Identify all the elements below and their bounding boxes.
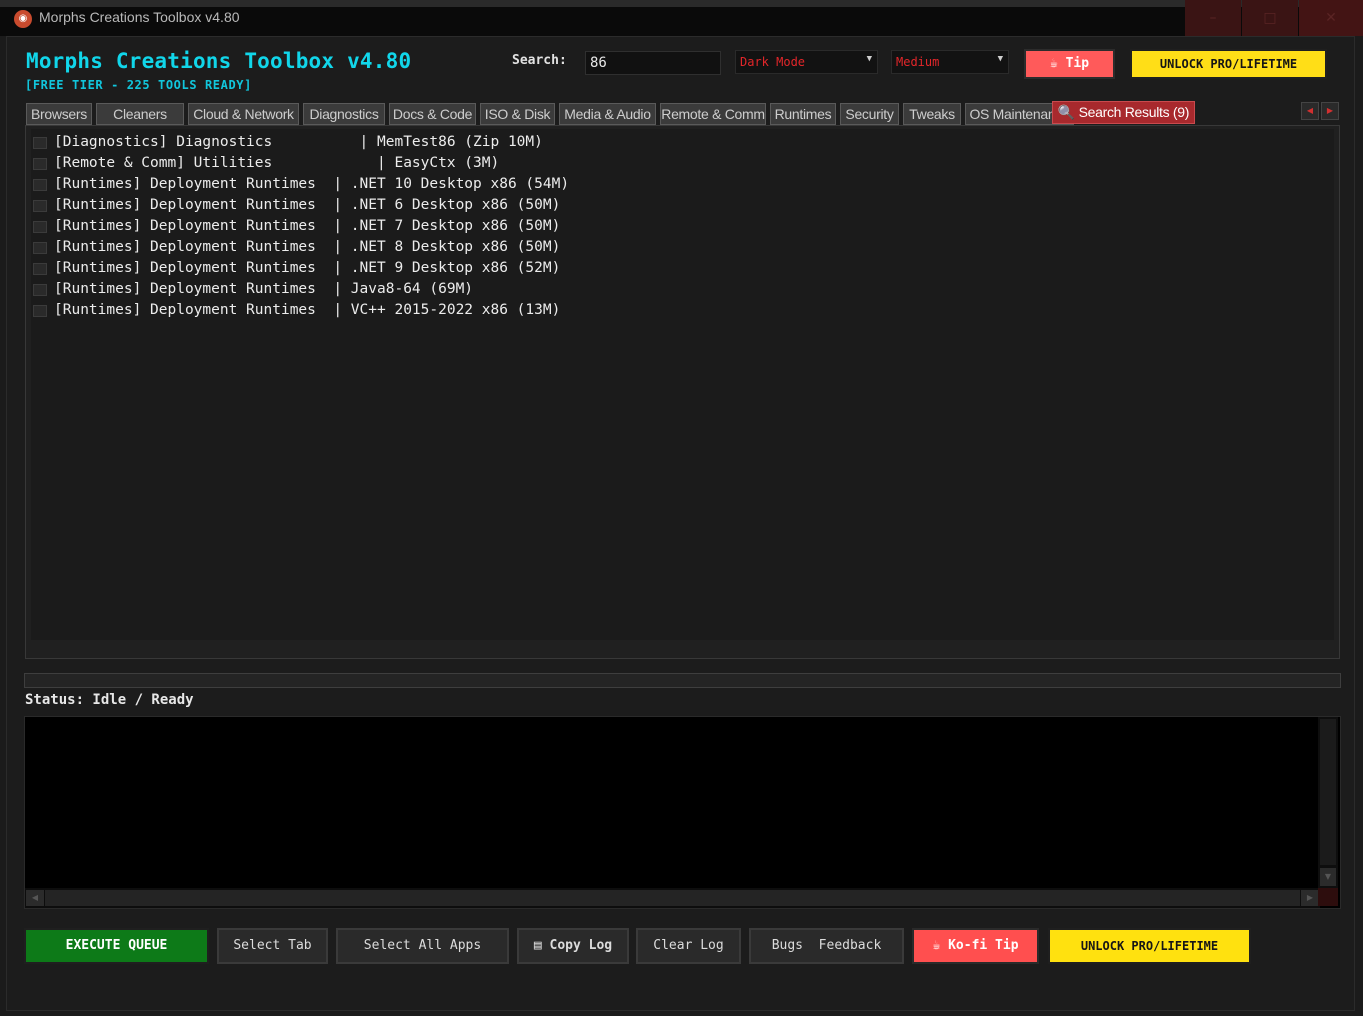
checkbox[interactable]: [33, 263, 47, 275]
chevron-down-icon: ▼: [866, 54, 872, 64]
kofi-tip-button[interactable]: ☕ Ko-fi Tip: [912, 928, 1039, 964]
checkbox[interactable]: [33, 179, 47, 191]
tab-cloud-network[interactable]: Cloud & Network: [188, 103, 299, 125]
select-all-apps-button[interactable]: Select All Apps: [336, 928, 509, 964]
scrollbar-corner: [1318, 888, 1338, 906]
maximize-icon: □: [1263, 10, 1277, 26]
tip-button[interactable]: ☕ Tip: [1024, 49, 1115, 79]
list-item[interactable]: [Runtimes] Deployment Runtimes | .NET 7 …: [31, 216, 1031, 237]
page-title: Morphs Creations Toolbox v4.80: [26, 49, 412, 73]
bugs-feedback-label: Bugs Feedback: [771, 938, 882, 953]
list-item[interactable]: [Diagnostics] Diagnostics | MemTest86 (Z…: [31, 132, 1031, 153]
size-dropdown[interactable]: Medium ▼: [891, 50, 1009, 74]
arrow-right-icon: ▶: [1326, 106, 1334, 115]
tab-cleaners[interactable]: Cleaners: [96, 103, 184, 125]
scroll-thumb[interactable]: [1320, 719, 1336, 865]
chevron-down-icon: ▼: [997, 54, 1003, 64]
checkbox[interactable]: [33, 305, 47, 317]
checkbox[interactable]: [33, 284, 47, 296]
search-input[interactable]: [585, 51, 721, 75]
theme-dropdown[interactable]: Dark Mode ▼: [735, 50, 878, 74]
list-item[interactable]: [Runtimes] Deployment Runtimes | VC++ 20…: [31, 300, 1031, 321]
search-label: Search:: [512, 53, 567, 68]
tab-security[interactable]: Security: [840, 103, 899, 125]
tip-button-label: Tip: [1065, 56, 1090, 71]
list-item[interactable]: [Runtimes] Deployment Runtimes | Java8-6…: [31, 279, 1031, 300]
unlock-pro-bottom-button[interactable]: UNLOCK PRO/LIFETIME: [1048, 928, 1251, 964]
select-tab-button[interactable]: Select Tab: [217, 928, 328, 964]
tab-remote-comm[interactable]: Remote & Comm: [660, 103, 766, 125]
checkbox[interactable]: [33, 158, 47, 170]
tab-scroll-left-button[interactable]: ◀: [1301, 102, 1319, 120]
arrow-left-icon: ◀: [1306, 106, 1314, 115]
window-titlebar: ◉ Morphs Creations Toolbox v4.80 – □ ✕: [0, 0, 1363, 36]
tab-runtimes[interactable]: Runtimes: [770, 103, 836, 125]
list-item[interactable]: [Runtimes] Deployment Runtimes | .NET 10…: [31, 174, 1031, 195]
coffee-icon: ☕: [1049, 56, 1058, 71]
list-item[interactable]: [Runtimes] Deployment Runtimes | .NET 8 …: [31, 237, 1031, 258]
copy-log-label: Copy Log: [549, 938, 613, 953]
maximize-button[interactable]: □: [1242, 0, 1298, 36]
search-icon: 🔍: [1057, 104, 1075, 120]
log-horizontal-scrollbar[interactable]: ◀ ▶: [25, 888, 1320, 908]
close-button[interactable]: ✕: [1299, 0, 1363, 36]
list-item[interactable]: [Runtimes] Deployment Runtimes | .NET 9 …: [31, 258, 1031, 279]
close-icon: ✕: [1325, 10, 1337, 26]
results-list-panel: [Diagnostics] Diagnostics | MemTest86 (Z…: [25, 125, 1340, 659]
scroll-left-icon[interactable]: ◀: [26, 890, 44, 906]
bugs-feedback-button[interactable]: Bugs Feedback: [749, 928, 904, 964]
unlock-pro-button[interactable]: UNLOCK PRO/LIFETIME: [1130, 49, 1327, 79]
tab-search-results-label: Search Results (9): [1078, 104, 1190, 120]
kofi-tip-label: Ko-fi Tip: [948, 938, 1019, 953]
tab-docs-code[interactable]: Docs & Code: [389, 103, 476, 125]
minimize-button[interactable]: –: [1185, 0, 1241, 36]
checkbox[interactable]: [33, 221, 47, 233]
list-item[interactable]: [Runtimes] Deployment Runtimes | .NET 6 …: [31, 195, 1031, 216]
log-vertical-scrollbar[interactable]: ▼: [1318, 717, 1338, 888]
app-logo-icon: ◉: [14, 10, 32, 28]
checkbox[interactable]: [33, 200, 47, 212]
copy-log-button[interactable]: ▤ Copy Log: [517, 928, 629, 964]
execute-queue-button[interactable]: EXECUTE QUEUE: [24, 928, 209, 964]
checkbox[interactable]: [33, 242, 47, 254]
checkbox[interactable]: [33, 137, 47, 149]
tab-bar: Browsers Cleaners Cloud & Network Diagno…: [26, 101, 1196, 125]
scroll-thumb[interactable]: [45, 890, 1300, 906]
size-dropdown-value: Medium: [896, 55, 940, 69]
status-text: Status: Idle / Ready: [25, 692, 194, 708]
window-title: Morphs Creations Toolbox v4.80: [39, 9, 240, 25]
tab-media-audio[interactable]: Media & Audio: [559, 103, 656, 125]
clear-log-button[interactable]: Clear Log: [636, 928, 741, 964]
results-list: [Diagnostics] Diagnostics | MemTest86 (Z…: [31, 129, 1334, 640]
tab-browsers[interactable]: Browsers: [26, 103, 92, 125]
tab-search-results[interactable]: 🔍 Search Results (9): [1052, 101, 1195, 124]
progress-bar: [24, 673, 1341, 688]
minimize-icon: –: [1209, 10, 1217, 26]
theme-dropdown-value: Dark Mode: [740, 55, 806, 69]
log-output[interactable]: ▼ ◀ ▶: [24, 716, 1341, 909]
tier-label: [FREE TIER - 225 TOOLS READY]: [25, 78, 252, 92]
scroll-down-icon[interactable]: ▼: [1320, 868, 1336, 886]
tab-iso-disk[interactable]: ISO & Disk: [480, 103, 555, 125]
coffee-icon: ☕: [932, 938, 941, 953]
list-item[interactable]: [Remote & Comm] Utilities | EasyCtx (3M): [31, 153, 1031, 174]
tab-scroll-right-button[interactable]: ▶: [1321, 102, 1339, 120]
tab-diagnostics[interactable]: Diagnostics: [303, 103, 385, 125]
scroll-right-icon[interactable]: ▶: [1301, 890, 1319, 906]
clipboard-icon: ▤: [533, 938, 542, 953]
tab-tweaks[interactable]: Tweaks: [903, 103, 961, 125]
